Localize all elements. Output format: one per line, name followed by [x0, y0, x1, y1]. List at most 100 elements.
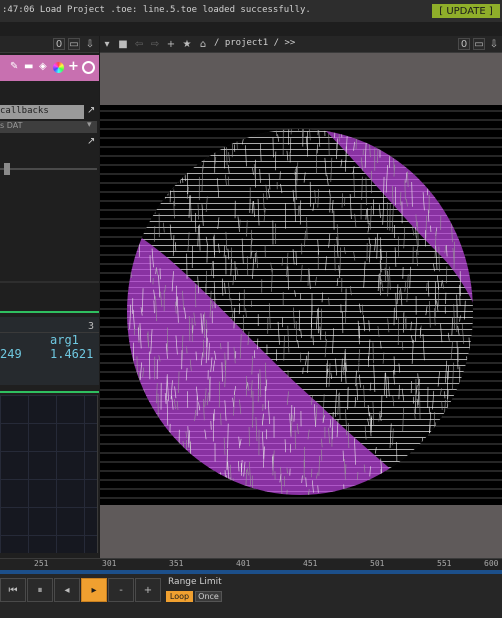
- spike-line: [245, 490, 248, 495]
- left-down-arrow-icon[interactable]: ⇩: [84, 38, 96, 50]
- right-window-icon[interactable]: ▭: [473, 38, 485, 50]
- panel-divider: [0, 281, 99, 283]
- plus-button[interactable]: +: [135, 578, 161, 602]
- spike-line: [188, 129, 191, 145]
- spike-line: [144, 492, 147, 495]
- table-value-right: 1.4621: [50, 347, 94, 361]
- pause-button[interactable]: ⏸: [27, 578, 53, 602]
- star-icon[interactable]: ★: [180, 37, 194, 51]
- spike-line: [417, 129, 420, 149]
- spike-line: [471, 438, 473, 458]
- left-counter[interactable]: 0: [53, 38, 65, 50]
- spike-line: [473, 381, 474, 397]
- right-counter[interactable]: 0: [458, 38, 470, 50]
- spike-line: [479, 326, 480, 336]
- skip-start-button[interactable]: ⏮: [0, 578, 26, 602]
- spike-line: [231, 481, 234, 494]
- spike-line: [445, 165, 448, 192]
- left-window-icon[interactable]: ▭: [68, 38, 80, 50]
- spike-line: [127, 391, 128, 409]
- spike-line: [176, 168, 179, 183]
- comment-icon[interactable]: ▬: [24, 61, 33, 72]
- viewer-pane[interactable]: [100, 53, 502, 558]
- dat-field[interactable]: s DAT ▾: [0, 120, 97, 133]
- spike-line: [457, 466, 460, 488]
- once-button[interactable]: Once: [195, 591, 222, 602]
- spike-line: [135, 441, 138, 469]
- spike-line: [485, 309, 486, 337]
- spike-line: [466, 413, 469, 429]
- tick-label: 501: [370, 559, 385, 568]
- spike-line: [478, 324, 479, 336]
- play-button[interactable]: ▸: [81, 578, 107, 602]
- forward-icon[interactable]: ⇨: [148, 37, 162, 51]
- spike-line: [436, 482, 439, 492]
- spike-line: [474, 150, 475, 167]
- spike-line: [427, 151, 429, 158]
- tick-label: 351: [169, 559, 184, 568]
- status-bar: :47:06 Load Project .toe: line.5.toe loa…: [0, 0, 502, 23]
- spike-line: [483, 373, 484, 392]
- spike-line: [462, 129, 465, 140]
- spike-line: [475, 401, 476, 427]
- spike-line: [127, 212, 129, 225]
- back-icon[interactable]: ⇦: [132, 37, 146, 51]
- spike-line: [482, 219, 483, 226]
- callbacks-field[interactable]: callbacks: [0, 105, 84, 119]
- slider-track[interactable]: [0, 168, 97, 170]
- spike-line: [187, 129, 190, 147]
- tag-icon[interactable]: ◈: [39, 61, 47, 72]
- callbacks-label: callbacks: [0, 106, 49, 116]
- color-wheel-icon[interactable]: [53, 62, 64, 73]
- viewer-canvas[interactable]: [100, 105, 502, 505]
- spike-line: [483, 381, 484, 407]
- tick-label: 600: [484, 559, 499, 568]
- range-limit-label: Range Limit: [168, 577, 222, 587]
- spike-line: [143, 129, 145, 131]
- slider-handle[interactable]: [4, 163, 10, 175]
- spike-line: [487, 397, 488, 421]
- left-pane-toolbar: 0 ▭ ⇩: [0, 36, 99, 53]
- spike-line: [128, 494, 131, 495]
- add-icon[interactable]: +: [164, 37, 178, 51]
- spike-line: [389, 476, 392, 493]
- plus-icon[interactable]: +: [68, 59, 79, 74]
- loop-button[interactable]: Loop: [166, 591, 193, 602]
- stop-icon[interactable]: ■: [116, 37, 130, 51]
- dat-arrow-icon[interactable]: ↗: [87, 136, 95, 147]
- step-back-button[interactable]: ◂: [54, 578, 80, 602]
- spike-line: [132, 129, 134, 139]
- spike-line: [180, 143, 182, 163]
- spike-line: [132, 434, 135, 445]
- callbacks-arrow-icon[interactable]: ↗: [87, 105, 95, 116]
- spike-line: [220, 487, 223, 495]
- spike-line: [441, 183, 444, 190]
- spike-line: [476, 451, 477, 476]
- minus-button[interactable]: -: [108, 578, 134, 602]
- home-icon[interactable]: ⌂: [196, 37, 210, 51]
- spike-line: [155, 174, 157, 200]
- spike-line: [160, 155, 163, 177]
- spike-line: [440, 422, 443, 437]
- spike-line: [467, 193, 470, 213]
- target-icon[interactable]: [82, 61, 95, 74]
- pencil-icon[interactable]: ✎: [10, 61, 18, 72]
- tick-label: 401: [236, 559, 251, 568]
- spike-line: [432, 437, 435, 462]
- right-down-arrow-icon[interactable]: ⇩: [488, 38, 500, 50]
- spike-line: [147, 419, 150, 430]
- spike-line: [148, 139, 151, 154]
- update-button[interactable]: [ UPDATE ]: [432, 4, 500, 18]
- spike-line: [485, 365, 486, 374]
- spike-line: [482, 114, 483, 141]
- network-path[interactable]: / project1 / >>: [214, 38, 295, 48]
- dat-dropdown-icon[interactable]: ▾: [87, 120, 92, 130]
- spike-line: [222, 129, 225, 141]
- parameter-panel: ✎ ▬ ◈ + callbacks ↗ s DAT ▾ ↗ 3 arg1 249…: [0, 53, 99, 558]
- spike-line: [353, 130, 355, 139]
- spike-line: [479, 350, 480, 361]
- spike-line: [185, 451, 188, 467]
- spike-line: [419, 156, 422, 169]
- dropdown-arrow-icon[interactable]: ▾: [100, 37, 114, 51]
- spike-line: [159, 129, 162, 134]
